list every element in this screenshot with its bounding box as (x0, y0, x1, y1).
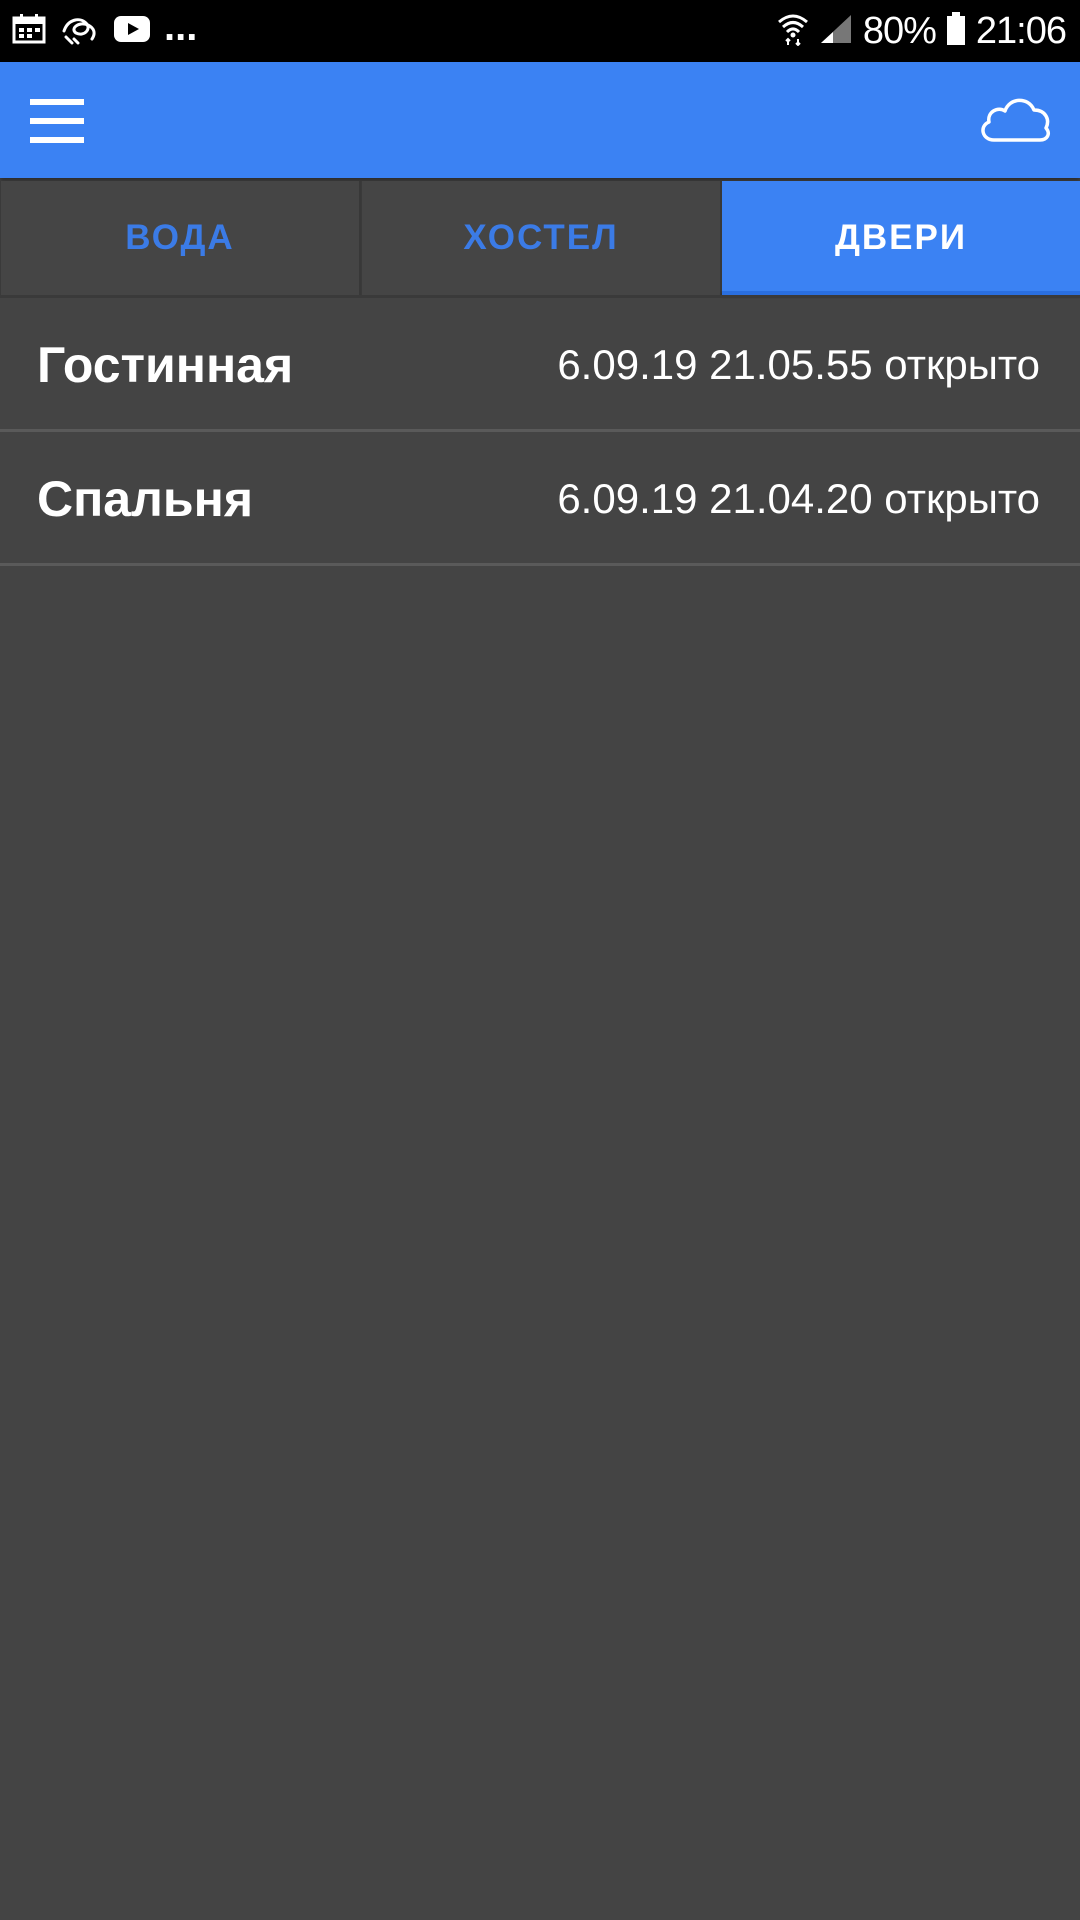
battery-icon (946, 11, 966, 51)
door-name: Спальня (37, 471, 253, 527)
app-bar (0, 62, 1080, 178)
door-status: 6.09.19 21.05.55 открыто (557, 341, 1040, 388)
clock: 21:06 (975, 9, 1067, 52)
door-status: 6.09.19 21.04.20 открыто (557, 475, 1040, 522)
door-list: Гостинная 6.09.19 21.05.55 открыто Спаль… (0, 298, 1080, 566)
signal-icon (819, 13, 853, 50)
tab-voda[interactable]: ВОДА (0, 181, 361, 295)
scribble-icon (60, 13, 100, 50)
system-status-area: 80% 21:06 (777, 0, 1067, 62)
list-item[interactable]: Гостинная 6.09.19 21.05.55 открыто (0, 298, 1080, 432)
wifi-icon (777, 12, 809, 51)
youtube-icon (114, 15, 150, 47)
hamburger-menu-icon[interactable] (30, 99, 84, 143)
status-bar: ... 80% 21:06 (0, 0, 1080, 62)
door-name: Гостинная (37, 337, 294, 393)
list-item[interactable]: Спальня 6.09.19 21.04.20 открыто (0, 432, 1080, 566)
battery-percent: 80% (862, 9, 937, 52)
calendar-icon (12, 13, 46, 49)
tab-hostel[interactable]: ХОСТЕЛ (361, 181, 722, 295)
tab-dveri[interactable]: ДВЕРИ (722, 181, 1080, 295)
tab-bar: ВОДА ХОСТЕЛ ДВЕРИ (0, 181, 1080, 295)
cloud-icon[interactable] (976, 90, 1052, 148)
notification-area: ... (12, 0, 197, 62)
more-notifications-indicator: ... (164, 4, 198, 49)
